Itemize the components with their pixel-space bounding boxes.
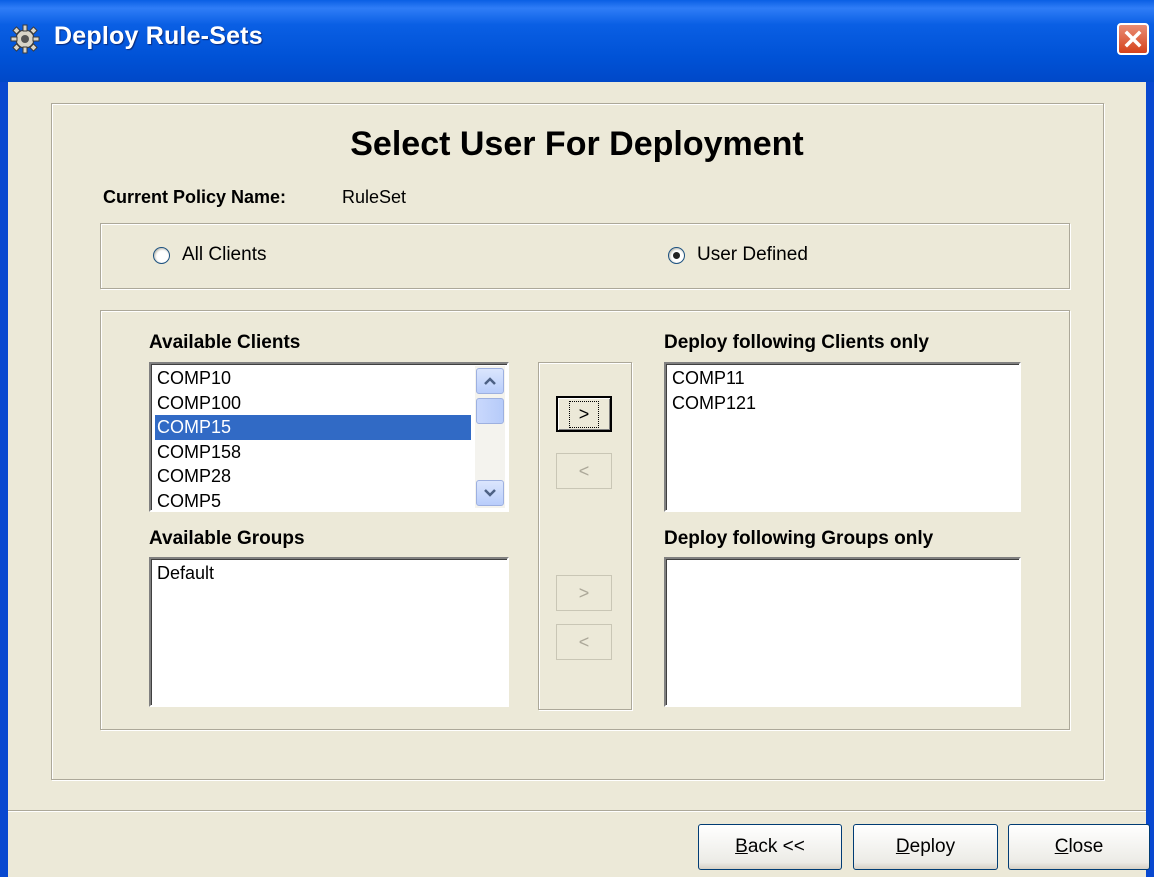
available-groups-label: Available Groups	[149, 528, 305, 549]
remove-client-button[interactable]: <	[556, 453, 612, 489]
deploy-clients-label: Deploy following Clients only	[664, 332, 929, 353]
available-clients-list[interactable]: COMP10 COMP100 COMP15 COMP158 COMP28 COM…	[149, 362, 509, 512]
window-frame-right	[1146, 82, 1154, 877]
list-item[interactable]: COMP10	[155, 366, 471, 391]
list-item-selected[interactable]: COMP15	[155, 415, 471, 440]
list-item[interactable]: Default	[155, 561, 503, 586]
page-title: Select User For Deployment	[350, 125, 804, 163]
scroll-thumb[interactable]	[476, 398, 504, 424]
title-bar[interactable]: Deploy Rule-Sets	[0, 0, 1154, 82]
deploy-groups-list[interactable]	[664, 557, 1021, 707]
radio-all-clients[interactable]: All Clients	[153, 244, 266, 266]
list-item[interactable]: COMP5	[155, 489, 471, 511]
add-group-label: >	[578, 582, 590, 603]
add-client-label: >	[568, 400, 600, 428]
footer-divider	[8, 810, 1146, 812]
deploy-groups-label: Deploy following Groups only	[664, 528, 934, 549]
deploy-button[interactable]: Deploy	[853, 824, 998, 870]
chevron-down-icon	[484, 489, 496, 497]
list-item[interactable]: COMP100	[155, 391, 471, 416]
list-item[interactable]: COMP11	[670, 366, 1015, 391]
remove-group-button[interactable]: <	[556, 624, 612, 660]
close-icon	[1124, 30, 1142, 48]
deploy-label: eploy	[909, 836, 956, 857]
list-item[interactable]: COMP158	[155, 440, 471, 465]
gear-icon	[10, 24, 40, 54]
chevron-up-icon	[484, 377, 496, 385]
close-mnemonic: C	[1054, 836, 1069, 857]
available-groups-list[interactable]: Default	[149, 557, 509, 707]
back-mnemonic: B	[735, 836, 748, 857]
list-item[interactable]: COMP121	[670, 391, 1015, 416]
radio-user-defined[interactable]: User Defined	[668, 244, 808, 266]
deploy-mnemonic: D	[895, 836, 910, 857]
remove-group-label: <	[578, 631, 590, 652]
window-frame-left	[0, 82, 8, 877]
radio-button-user-defined[interactable]	[668, 246, 685, 264]
close-window-button[interactable]	[1117, 23, 1149, 55]
back-label: ack <<	[747, 836, 805, 857]
scroll-down-button[interactable]	[476, 480, 504, 506]
add-client-button[interactable]: >	[556, 396, 612, 432]
close-button[interactable]: Close	[1008, 824, 1150, 870]
policy-name-label: Current Policy Name:	[103, 187, 287, 207]
back-button[interactable]: Back <<	[698, 824, 842, 870]
clients-scrollbar[interactable]	[475, 366, 505, 508]
available-clients-label: Available Clients	[149, 332, 301, 353]
add-group-button[interactable]: >	[556, 575, 612, 611]
radio-button-all-clients[interactable]	[153, 246, 170, 264]
radio-label-all-clients: All Clients	[182, 244, 267, 265]
list-item[interactable]: COMP28	[155, 464, 471, 489]
scroll-up-button[interactable]	[476, 368, 504, 394]
deploy-clients-list[interactable]: COMP11 COMP121	[664, 362, 1021, 512]
radio-label-user-defined: User Defined	[697, 244, 808, 265]
window-title: Deploy Rule-Sets	[54, 22, 263, 50]
remove-client-label: <	[578, 460, 590, 481]
policy-name-value: RuleSet	[342, 187, 407, 207]
close-label: lose	[1068, 836, 1104, 857]
